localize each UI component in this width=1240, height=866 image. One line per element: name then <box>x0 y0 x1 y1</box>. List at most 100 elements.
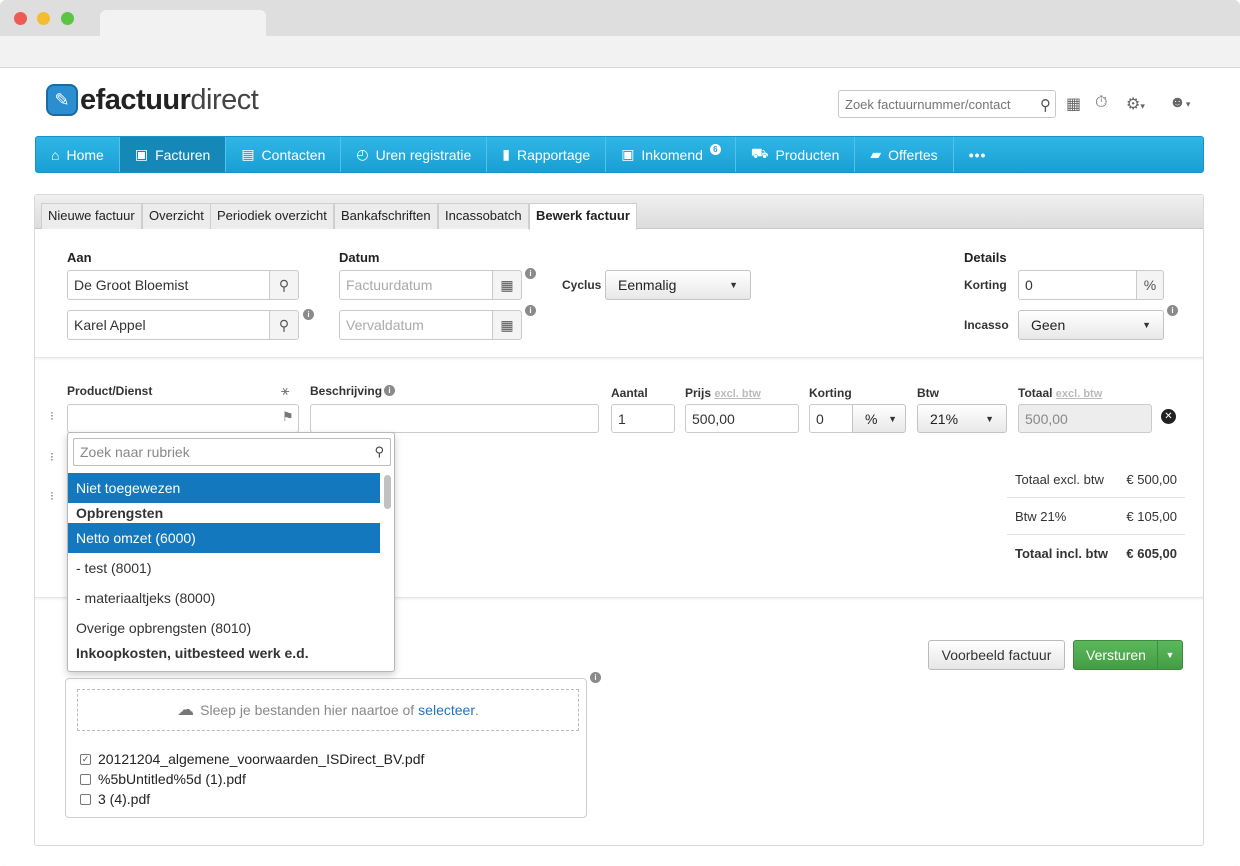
totals-row-excl: Totaal excl. btw € 500,00 <box>1007 461 1185 498</box>
invoice-date-calendar-button[interactable]: ▦ <box>492 270 522 300</box>
select-files-link[interactable]: selecteer <box>418 702 475 718</box>
discount-unit: % <box>1136 270 1164 300</box>
nav-offertes[interactable]: ▰ Offertes <box>855 137 954 172</box>
attachment-checkbox[interactable]: ✓ <box>80 753 91 765</box>
discount-field[interactable]: 0 <box>1018 270 1138 300</box>
rubriek-option[interactable]: Niet toegewezen <box>68 473 380 503</box>
drag-handle-icon[interactable]: ⁝ <box>50 409 54 423</box>
price-field[interactable]: 500,00 <box>685 404 799 433</box>
rubriek-option[interactable]: Overige opbrengsten (8010) <box>68 613 380 643</box>
line-korting-label: Korting <box>809 386 852 400</box>
bar-chart-icon: ▮ <box>502 146 511 162</box>
nav-rapportage[interactable]: ▮ Rapportage <box>487 137 607 172</box>
drag-handle-icon[interactable]: ⁝ <box>50 489 54 503</box>
address-bar-strip <box>0 36 1240 68</box>
file-dropzone[interactable]: ☁ Sleep je bestanden hier naartoe of sel… <box>77 689 579 731</box>
line-discount-unit-select[interactable]: % ▼ <box>852 404 906 433</box>
subtab-overzicht[interactable]: Overzicht <box>142 203 211 229</box>
customer-search-button[interactable]: ⚲ <box>269 270 299 300</box>
totaal-label: Totaal excl. btw <box>1018 386 1103 400</box>
chevron-down-icon: ▼ <box>1142 320 1151 330</box>
main-nav: ⌂ Home ▣ Facturen ▤ Contacten ◴ Uren registr… <box>35 136 1204 173</box>
contact-search-button[interactable]: ⚲ <box>269 310 299 340</box>
product-field[interactable] <box>67 404 299 433</box>
rubriek-option[interactable]: - materiaaltjeks (8000) <box>68 583 380 613</box>
invoice-icon: ▣ <box>134 146 149 162</box>
chevron-down-icon: ▼ <box>985 414 994 424</box>
user-icon[interactable]: ☻▾ <box>1169 94 1190 112</box>
attachment-item: 3 (4).pdf <box>80 791 150 807</box>
attachments-info-icon[interactable]: i <box>590 672 601 683</box>
contact-info-icon[interactable]: i <box>303 309 314 320</box>
incasso-select[interactable]: Geen ▼ <box>1018 310 1164 340</box>
incasso-info-icon[interactable]: i <box>1167 305 1178 316</box>
description-field[interactable] <box>310 404 599 433</box>
due-date-info-icon[interactable]: i <box>525 305 536 316</box>
invoice-date-field[interactable]: Factuurdatum <box>339 270 494 300</box>
subtab-incassobatch[interactable]: Incassobatch <box>438 203 529 229</box>
totaal-excl-btw-hint[interactable]: excl. btw <box>1056 388 1102 400</box>
subtab-bewerk-factuur[interactable]: Bewerk factuur <box>529 203 637 230</box>
minimize-window-dot[interactable] <box>37 12 50 25</box>
attachment-checkbox[interactable] <box>80 773 91 785</box>
rubriek-group-label: Opbrengsten <box>76 505 164 521</box>
logo-text: efactuurdirect <box>80 83 259 116</box>
rubriek-option[interactable]: - test (8001) <box>68 553 380 583</box>
stopwatch-icon[interactable]: ⏱ <box>1095 94 1107 112</box>
korting-label: Korting <box>964 278 1007 292</box>
drag-handle-icon[interactable]: ⁝ <box>50 450 54 464</box>
home-icon: ⌂ <box>51 146 60 163</box>
nav-inkomend[interactable]: ▣ Inkomend 6 <box>606 137 736 172</box>
rubriek-option[interactable]: Netto omzet (6000) <box>68 523 380 553</box>
logo-badge-icon: ✎ <box>46 84 78 116</box>
rubriek-search-input[interactable]: Zoek naar rubriek ⚲ <box>73 438 391 466</box>
vat-select[interactable]: 21% ▼ <box>917 404 1007 433</box>
description-info-icon[interactable]: i <box>384 385 395 396</box>
dropdown-scrollbar[interactable] <box>384 475 391 509</box>
invoice-date-info-icon[interactable]: i <box>525 268 536 279</box>
prijs-excl-btw-hint[interactable]: excl. btw <box>714 388 760 400</box>
customer-field[interactable]: De Groot Bloemist <box>67 270 271 300</box>
subtab-bankafschriften[interactable]: Bankafschriften <box>334 203 438 229</box>
chevron-down-icon: ▼ <box>888 414 897 424</box>
remove-line-icon[interactable]: ✕ <box>1161 409 1176 424</box>
due-date-field[interactable]: Vervaldatum <box>339 310 494 340</box>
global-search: ⚲ <box>838 90 1056 118</box>
gear-icon[interactable]: ⚙▾ <box>1126 94 1145 114</box>
beschrijving-label: Beschrijving <box>310 384 383 398</box>
nav-more[interactable]: ••• <box>954 137 1002 172</box>
due-date-calendar-button[interactable]: ▦ <box>492 310 522 340</box>
app-logo[interactable]: ✎ efactuurdirect <box>46 82 259 118</box>
send-invoice-button[interactable]: Versturen <box>1073 640 1159 670</box>
chevron-down-icon: ▼ <box>1165 650 1175 660</box>
cyclus-label: Cyclus <box>562 278 602 292</box>
tags-icon: ⚹ <box>281 382 290 398</box>
nav-facturen[interactable]: ▣ Facturen <box>119 137 227 172</box>
contact-person-field[interactable]: Karel Appel <box>67 310 271 340</box>
calculator-icon[interactable]: ▦ <box>1066 94 1081 114</box>
line-discount-field[interactable]: 0 <box>809 404 855 433</box>
nav-home[interactable]: ⌂ Home <box>36 137 120 172</box>
rubriek-dropdown: Zoek naar rubriek ⚲ Niet toegewezen Opbre… <box>67 432 395 672</box>
folder-icon: ▰ <box>870 146 882 162</box>
aantal-label: Aantal <box>611 386 648 400</box>
nav-producten[interactable]: ⛟ Producten <box>736 137 856 172</box>
close-window-dot[interactable] <box>14 12 27 25</box>
global-search-input[interactable] <box>839 91 1029 117</box>
attachment-item: ✓ 20121204_algemene_voorwaarden_ISDirect_… <box>80 751 425 767</box>
chevron-down-icon: ▼ <box>729 280 738 290</box>
nav-contacten[interactable]: ▤ Contacten <box>226 137 342 172</box>
search-icon[interactable]: ⚲ <box>1040 96 1051 114</box>
maximize-window-dot[interactable] <box>61 12 74 25</box>
incasso-label: Incasso <box>964 318 1009 332</box>
cycle-select[interactable]: Eenmalig ▼ <box>605 270 751 300</box>
quantity-field[interactable]: 1 <box>611 404 675 433</box>
subtab-periodiek-overzicht[interactable]: Periodiek overzicht <box>210 203 334 229</box>
tag-icon: ⚑ <box>282 409 294 424</box>
attachment-checkbox[interactable] <box>80 793 91 805</box>
preview-invoice-button[interactable]: Voorbeeld factuur <box>928 640 1065 670</box>
send-options-dropdown[interactable]: ▼ <box>1157 640 1183 670</box>
subtab-nieuwe-factuur[interactable]: Nieuwe factuur <box>41 203 142 229</box>
nav-uren-registratie[interactable]: ◴ Uren registratie <box>341 137 488 172</box>
details-label: Details <box>964 250 1007 265</box>
